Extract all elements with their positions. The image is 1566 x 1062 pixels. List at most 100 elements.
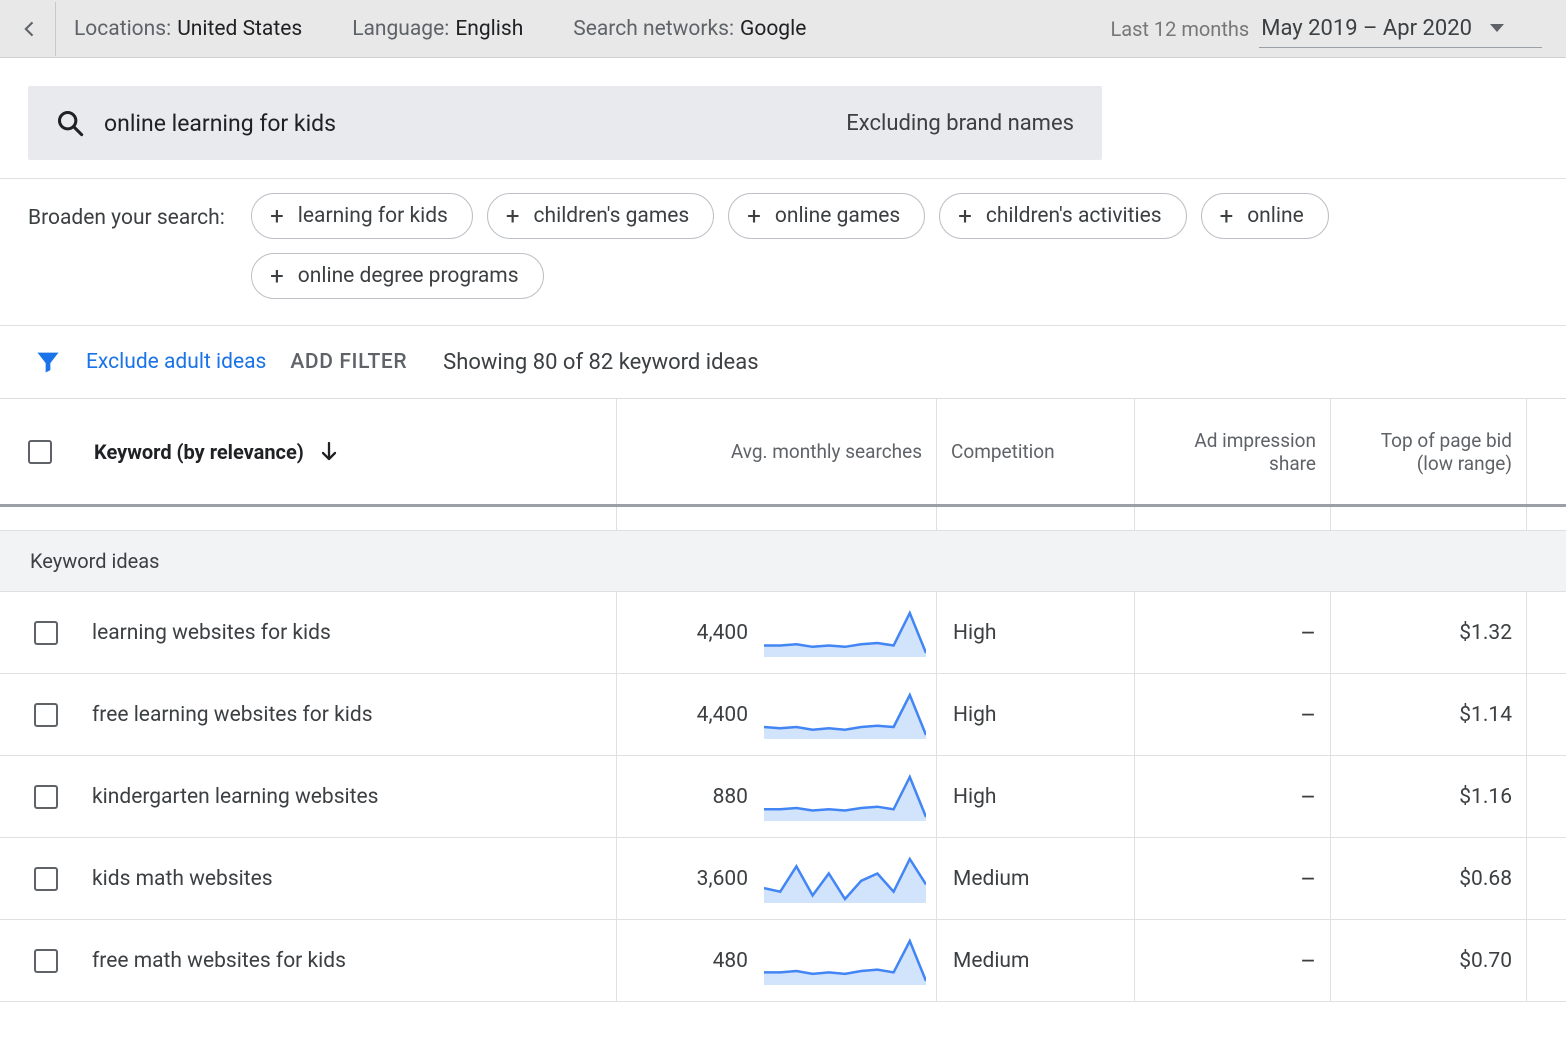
- filter-networks-value: Google: [740, 17, 806, 41]
- filter-icon[interactable]: [34, 348, 62, 376]
- plus-icon: +: [270, 202, 284, 230]
- avg-searches-cell: 3,600: [676, 867, 748, 891]
- trailing-cell: [1526, 592, 1566, 673]
- plus-icon: +: [958, 202, 972, 230]
- table-row[interactable]: free math websites for kids480Medium–$0.…: [0, 920, 1566, 1002]
- filter-locations[interactable]: Locations: United States: [70, 11, 306, 47]
- select-all-checkbox[interactable]: [28, 440, 52, 464]
- keyword-cell: free learning websites for kids: [92, 703, 373, 727]
- bid-low-cell: $1.14: [1459, 703, 1512, 727]
- competition-cell: Medium: [953, 867, 1029, 891]
- col-header-trailing: [1526, 399, 1566, 504]
- col-header-competition[interactable]: Competition: [936, 399, 1134, 504]
- trend-sparkline: [764, 609, 926, 657]
- date-range-value: May 2019 – Apr 2020: [1261, 16, 1472, 41]
- filter-language-value: English: [455, 17, 523, 41]
- keyword-cell: free math websites for kids: [92, 949, 346, 973]
- row-checkbox[interactable]: [34, 703, 58, 727]
- broaden-chip[interactable]: + learning for kids: [251, 193, 473, 239]
- col-header-keyword[interactable]: Keyword (by relevance): [0, 399, 616, 504]
- col-header-avg-searches[interactable]: Avg. monthly searches: [616, 399, 936, 504]
- competition-cell: High: [953, 621, 996, 645]
- ad-impression-share-cell: –: [1300, 701, 1316, 729]
- broaden-chip[interactable]: + online games: [728, 193, 925, 239]
- filter-search-networks[interactable]: Search networks: Google: [569, 11, 810, 47]
- bid-low-cell: $0.70: [1459, 949, 1512, 973]
- trend-sparkline: [764, 691, 926, 739]
- keyword-cell: learning websites for kids: [92, 621, 331, 645]
- ad-impression-share-cell: –: [1300, 783, 1316, 811]
- trend-sparkline: [764, 773, 926, 821]
- trailing-cell: [1526, 674, 1566, 755]
- ad-impression-share-cell: –: [1300, 947, 1316, 975]
- keyword-ideas-group-header: Keyword ideas: [0, 531, 1566, 592]
- filter-locations-value: United States: [177, 17, 302, 41]
- col-header-keyword-label: Keyword (by relevance): [94, 440, 304, 464]
- broaden-chip[interactable]: + children's activities: [939, 193, 1186, 239]
- trailing-cell: [1526, 920, 1566, 1001]
- spacer-row: [0, 507, 1566, 531]
- row-checkbox[interactable]: [34, 949, 58, 973]
- back-button[interactable]: [4, 2, 56, 56]
- trailing-cell: [1526, 756, 1566, 837]
- results-filter-row: Exclude adult ideas ADD FILTER Showing 8…: [0, 326, 1566, 399]
- filter-networks-label: Search networks:: [573, 17, 734, 41]
- filter-locations-label: Locations:: [74, 17, 171, 41]
- avg-searches-cell: 4,400: [676, 703, 748, 727]
- table-row[interactable]: free learning websites for kids 4,400 High…: [0, 674, 1566, 756]
- ad-impression-share-cell: –: [1300, 865, 1316, 893]
- keyword-cell: kindergarten learning websites: [92, 785, 378, 809]
- row-checkbox[interactable]: [34, 867, 58, 891]
- bid-low-cell: $0.68: [1459, 867, 1512, 891]
- broaden-chip-list: + learning for kids + children's games + onli…: [251, 193, 1538, 299]
- date-range-preset: Last 12 months: [1110, 17, 1249, 41]
- keyword-cell: kids math websites: [92, 867, 273, 891]
- exclude-adult-ideas-link[interactable]: Exclude adult ideas: [86, 350, 266, 374]
- search-section: online learning for kids Excluding brand…: [0, 58, 1566, 178]
- chevron-left-icon: [20, 19, 40, 39]
- broaden-chip-label: children's activities: [986, 204, 1162, 228]
- col-header-ad-impression-share[interactable]: Ad impression share: [1134, 399, 1330, 504]
- bid-low-cell: $1.16: [1459, 785, 1512, 809]
- chevron-down-icon: [1490, 24, 1504, 32]
- showing-count: Showing 80 of 82 keyword ideas: [443, 350, 758, 375]
- filter-language[interactable]: Language: English: [348, 11, 527, 47]
- filter-date-range[interactable]: Last 12 months May 2019 – Apr 2020: [1110, 10, 1566, 48]
- avg-searches-cell: 880: [676, 785, 748, 809]
- competition-cell: High: [953, 785, 996, 809]
- broaden-chip[interactable]: + children's games: [487, 193, 714, 239]
- broaden-chip[interactable]: + online degree programs: [251, 253, 543, 299]
- table-row[interactable]: learning websites for kids 4,400 High – $1.3…: [0, 592, 1566, 674]
- avg-searches-cell: 4,400: [676, 621, 748, 645]
- search-icon: [56, 109, 84, 137]
- plus-icon: +: [1220, 202, 1234, 230]
- ad-impression-share-cell: –: [1300, 619, 1316, 647]
- trend-sparkline: [764, 937, 926, 985]
- keyword-search-input[interactable]: online learning for kids Excluding brand…: [28, 86, 1102, 160]
- table-row[interactable]: kids math websites 3,600 Medium – $0.68: [0, 838, 1566, 920]
- keyword-ideas-table: Keyword (by relevance) Avg. monthly sear…: [0, 399, 1566, 1002]
- competition-cell: High: [953, 703, 996, 727]
- broaden-chip-label: online: [1247, 204, 1304, 228]
- col-header-bid-low[interactable]: Top of page bid (low range): [1330, 399, 1526, 504]
- sort-descending-icon: [320, 441, 338, 463]
- search-excluding: Excluding brand names: [846, 111, 1074, 136]
- search-query: online learning for kids: [104, 110, 826, 137]
- filter-language-label: Language:: [352, 17, 449, 41]
- add-filter-button[interactable]: ADD FILTER: [290, 350, 407, 374]
- plus-icon: +: [747, 202, 761, 230]
- broaden-search-label: Broaden your search:: [28, 193, 251, 235]
- row-checkbox[interactable]: [34, 621, 58, 645]
- row-checkbox[interactable]: [34, 785, 58, 809]
- broaden-chip-label: online games: [775, 204, 900, 228]
- broaden-chip-label: learning for kids: [298, 204, 448, 228]
- competition-cell: Medium: [953, 949, 1029, 973]
- plus-icon: +: [506, 202, 520, 230]
- bid-low-cell: $1.32: [1459, 621, 1512, 645]
- plus-icon: +: [270, 262, 284, 290]
- broaden-chip-label: online degree programs: [298, 264, 519, 288]
- broaden-chip[interactable]: + online: [1201, 193, 1329, 239]
- trend-sparkline: [764, 855, 926, 903]
- broaden-chip-label: children's games: [534, 204, 690, 228]
- table-row[interactable]: kindergarten learning websites 880 High – $1…: [0, 756, 1566, 838]
